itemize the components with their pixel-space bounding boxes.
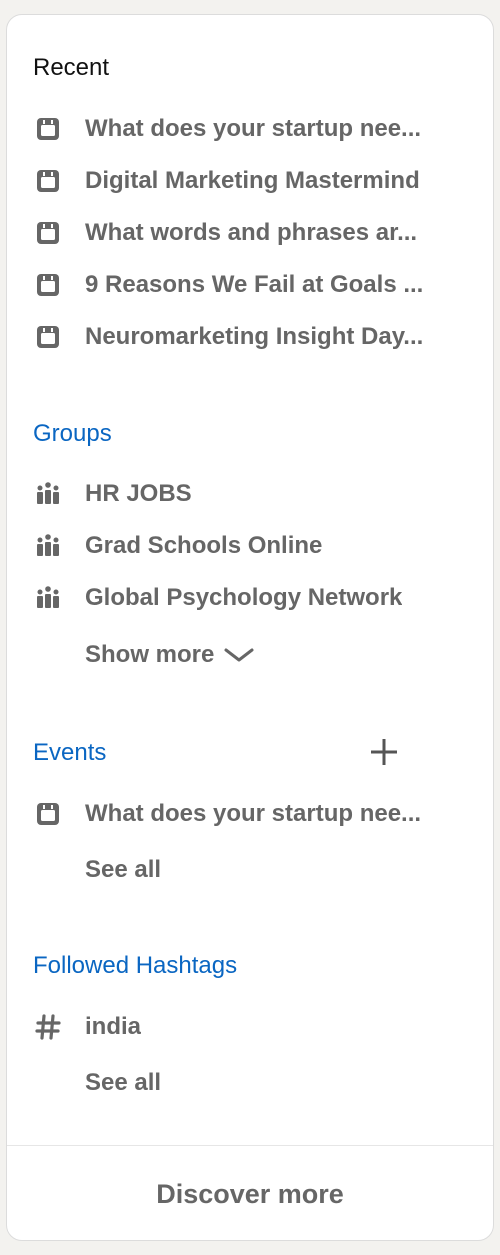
- hashtag-item-label: india: [85, 1013, 142, 1040]
- calendar-icon: [33, 114, 63, 144]
- add-event-button[interactable]: [369, 737, 399, 767]
- groups-heading[interactable]: Groups: [33, 420, 112, 448]
- calendar-icon: [33, 166, 63, 196]
- group-icon: [33, 531, 63, 561]
- hashtag-icon: [33, 1012, 63, 1042]
- show-more-label: Show more: [85, 641, 215, 668]
- recent-item-label: What does your startup nee...: [85, 115, 422, 142]
- calendar-icon: [33, 270, 63, 300]
- recent-item[interactable]: What words and phrases ar...: [33, 216, 473, 250]
- group-item-label: Global Psychology Network: [85, 584, 403, 611]
- recent-item[interactable]: Neuromarketing Insight Day...: [33, 320, 473, 354]
- followed-hashtags-heading[interactable]: Followed Hashtags: [33, 952, 237, 980]
- hashtag-item[interactable]: india: [33, 1010, 473, 1044]
- discover-more-button[interactable]: Discover more: [7, 1146, 493, 1240]
- hashtags-see-all-link[interactable]: See all: [85, 1068, 161, 1098]
- group-item-label: HR JOBS: [85, 480, 192, 507]
- group-item[interactable]: Grad Schools Online: [33, 529, 473, 563]
- event-item-label: What does your startup nee...: [85, 800, 422, 827]
- plus-icon: [371, 739, 397, 765]
- group-item-label: Grad Schools Online: [85, 532, 323, 559]
- recent-item[interactable]: What does your startup nee...: [33, 112, 473, 146]
- chevron-down-icon: [224, 647, 254, 663]
- events-see-all-link[interactable]: See all: [85, 855, 161, 885]
- group-icon: [33, 479, 63, 509]
- calendar-icon: [33, 799, 63, 829]
- sidebar-card: Recent What does your startup nee... Dig…: [6, 14, 494, 1241]
- group-item[interactable]: Global Psychology Network: [33, 581, 473, 615]
- group-icon: [33, 583, 63, 613]
- recent-item-label: Digital Marketing Mastermind: [85, 167, 420, 194]
- recent-item-label: 9 Reasons We Fail at Goals ...: [85, 271, 424, 298]
- calendar-icon: [33, 218, 63, 248]
- calendar-icon: [33, 322, 63, 352]
- group-item[interactable]: HR JOBS: [33, 477, 473, 511]
- recent-heading: Recent: [33, 54, 110, 81]
- recent-item[interactable]: 9 Reasons We Fail at Goals ...: [33, 268, 473, 302]
- events-heading[interactable]: Events: [33, 739, 106, 767]
- recent-item-label: Neuromarketing Insight Day...: [85, 323, 424, 350]
- show-more-button[interactable]: Show more: [85, 640, 254, 670]
- event-item[interactable]: What does your startup nee...: [33, 797, 473, 831]
- recent-item[interactable]: Digital Marketing Mastermind: [33, 164, 473, 198]
- recent-item-label: What words and phrases ar...: [85, 219, 418, 246]
